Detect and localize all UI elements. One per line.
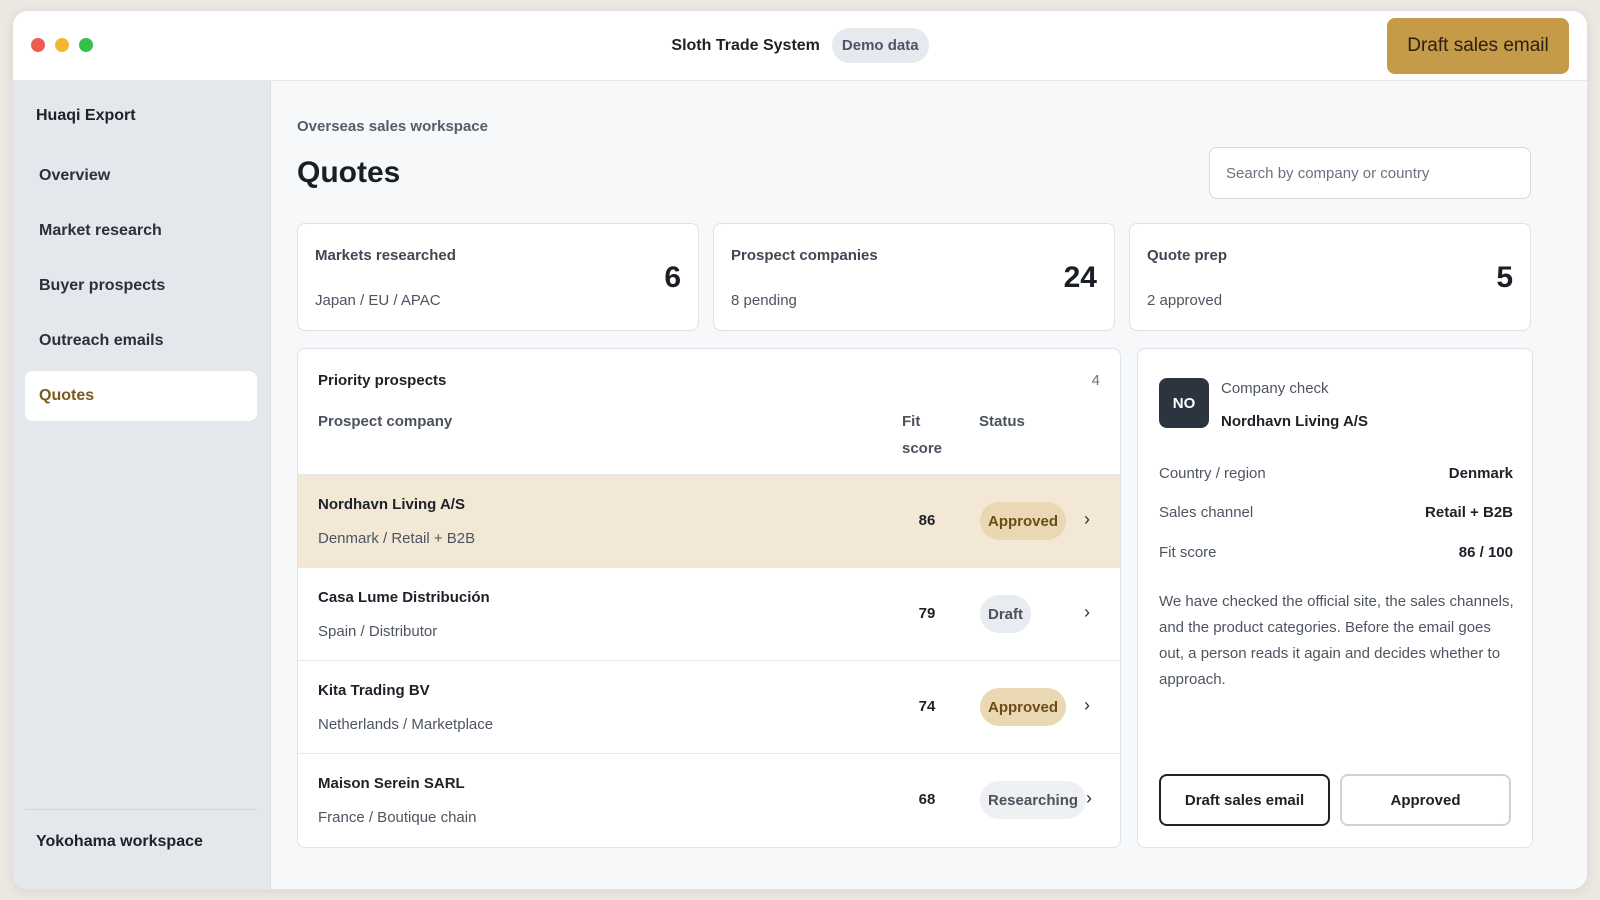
detail-field-sales-channel: Sales channel Retail + B2B xyxy=(1159,504,1513,524)
row-company-meta: France / Boutique chain xyxy=(318,809,477,826)
stat-sub: 8 pending xyxy=(731,292,797,309)
title-bar: Sloth Trade System Demo data Draft sales… xyxy=(13,11,1587,81)
app-window: Sloth Trade System Demo data Draft sales… xyxy=(12,10,1588,890)
row-fit-score: 68 xyxy=(918,791,936,808)
row-company-name: Maison Serein SARL xyxy=(318,775,465,792)
column-header-company: Prospect company xyxy=(318,413,453,430)
company-check-label: Company check xyxy=(1221,380,1329,397)
stat-sub: Japan / EU / APAC xyxy=(315,292,441,309)
column-header-fit-score: Fit score xyxy=(902,413,943,457)
stat-sub: 2 approved xyxy=(1147,292,1223,309)
prospects-title: Priority prospects xyxy=(318,372,447,389)
row-company-meta: Spain / Distributor xyxy=(318,623,438,640)
status-badge: Approved xyxy=(980,688,1067,726)
chevron-right-icon[interactable]: › xyxy=(1084,602,1090,623)
row-company-meta: Denmark / Retail + B2B xyxy=(318,530,476,547)
page-title: Quotes xyxy=(297,156,401,189)
avatar: NO xyxy=(1159,378,1209,428)
search-input[interactable] xyxy=(1209,147,1531,199)
priority-prospects-card: Priority prospects 4 Prospect company Fi… xyxy=(297,348,1121,848)
table-row[interactable]: Maison Serein SARL France / Boutique cha… xyxy=(298,753,1120,846)
table-row[interactable]: Kita Trading BV Netherlands / Marketplac… xyxy=(298,660,1120,753)
field-label: Sales channel xyxy=(1159,504,1254,521)
chevron-right-icon[interactable]: › xyxy=(1086,788,1092,809)
stat-label: Quote prep xyxy=(1147,247,1228,264)
draft-sales-email-top-button[interactable]: Draft sales email xyxy=(1387,18,1569,74)
sidebar-nav: Overview Market research Buyer prospects… xyxy=(25,151,257,426)
sidebar-item-outreach-emails[interactable]: Outreach emails xyxy=(25,316,257,366)
field-value: Denmark xyxy=(1448,465,1513,482)
stat-card-prospects: Prospect companies 8 pending 24 xyxy=(713,223,1115,331)
table-row[interactable]: Nordhavn Living A/S Denmark / Retail + B… xyxy=(298,474,1120,567)
detail-field-country: Country / region Denmark xyxy=(1159,465,1513,485)
org-name: Huaqi Export xyxy=(36,107,136,124)
stat-value: 5 xyxy=(1496,261,1513,294)
company-check-note: We have checked the official site, the s… xyxy=(1159,593,1514,688)
approved-button[interactable]: Approved xyxy=(1340,774,1511,826)
workspace-switcher[interactable]: Yokohama workspace xyxy=(36,833,203,851)
status-badge: Draft xyxy=(980,595,1032,633)
demo-data-badge: Demo data xyxy=(831,28,929,63)
row-company-meta: Netherlands / Marketplace xyxy=(318,716,494,733)
row-fit-score: 79 xyxy=(918,605,936,622)
chevron-right-icon[interactable]: › xyxy=(1084,695,1090,716)
stat-label: Markets researched xyxy=(315,247,456,264)
row-fit-score: 86 xyxy=(918,512,936,529)
sidebar-item-overview[interactable]: Overview xyxy=(25,151,257,201)
sidebar-item-quotes[interactable]: Quotes xyxy=(25,371,257,421)
status-badge: Researching xyxy=(980,781,1087,819)
prospects-count: 4 xyxy=(1091,372,1100,389)
sidebar-divider xyxy=(25,809,257,810)
stat-label: Prospect companies xyxy=(731,247,878,264)
stat-card-markets: Markets researched Japan / EU / APAC 6 xyxy=(297,223,699,331)
company-check-name: Nordhavn Living A/S xyxy=(1221,413,1368,430)
field-label: Country / region xyxy=(1159,465,1266,482)
field-label: Fit score xyxy=(1159,544,1217,561)
status-badge: Approved xyxy=(980,502,1067,540)
chevron-right-icon[interactable]: › xyxy=(1084,509,1090,530)
stat-card-quote-prep: Quote prep 2 approved 5 xyxy=(1129,223,1531,331)
stat-value: 24 xyxy=(1063,261,1097,294)
company-check-card: NO Company check Nordhavn Living A/S Cou… xyxy=(1137,348,1533,848)
row-company-name: Nordhavn Living A/S xyxy=(318,496,465,513)
main-content: Overseas sales workspace Quotes Markets … xyxy=(271,81,1587,889)
field-value: 86 / 100 xyxy=(1458,544,1513,561)
app-title: Sloth Trade System xyxy=(671,36,820,54)
stat-value: 6 xyxy=(664,261,681,294)
draft-sales-email-button[interactable]: Draft sales email xyxy=(1159,774,1330,826)
breadcrumb: Overseas sales workspace xyxy=(297,118,488,135)
table-row[interactable]: Casa Lume Distribución Spain / Distribut… xyxy=(298,567,1120,660)
field-value: Retail + B2B xyxy=(1425,504,1513,521)
row-company-name: Kita Trading BV xyxy=(318,682,430,699)
sidebar: Huaqi Export Overview Market research Bu… xyxy=(13,81,271,889)
sidebar-item-buyer-prospects[interactable]: Buyer prospects xyxy=(25,261,257,311)
row-company-name: Casa Lume Distribución xyxy=(318,589,490,606)
detail-field-fit-score: Fit score 86 / 100 xyxy=(1159,544,1513,564)
sidebar-item-market-research[interactable]: Market research xyxy=(25,206,257,256)
column-header-status: Status xyxy=(979,413,1025,430)
title-group: Sloth Trade System Demo data xyxy=(13,28,1587,63)
prospects-list: Nordhavn Living A/S Denmark / Retail + B… xyxy=(298,474,1120,846)
row-fit-score: 74 xyxy=(918,698,936,715)
